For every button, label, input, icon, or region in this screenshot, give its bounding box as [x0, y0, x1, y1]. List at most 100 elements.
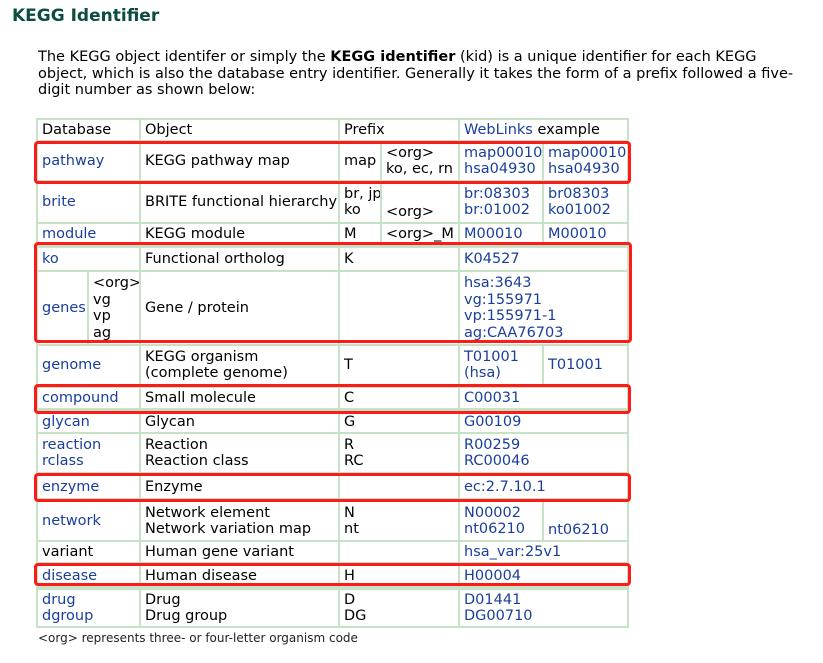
rclass-object: Reaction class [145, 453, 249, 469]
example-link[interactable]: G00109 [464, 414, 627, 431]
genes-sub-org: <org> [93, 275, 139, 291]
row-variant-example: hsa_var:25v1 [460, 542, 627, 562]
row-network-db: network [38, 502, 139, 540]
example-link[interactable]: ko01002 [548, 202, 627, 219]
disease-link[interactable]: disease [42, 568, 139, 585]
page-heading: KEGG Identifier [12, 6, 160, 26]
row-reaction-prefix: R RC [340, 434, 458, 472]
dgroup-object: Drug group [145, 608, 228, 624]
intro-paragraph: The KEGG object identifer or simply the … [38, 49, 808, 99]
row-genome-example2: T01001 [544, 346, 627, 384]
example-link[interactable]: K04527 [464, 251, 627, 268]
example-link[interactable]: br08303 [548, 186, 627, 203]
pathway-link[interactable]: pathway [42, 153, 139, 170]
kegg-identifier-table: Database Object Prefix WebLinks example … [36, 118, 629, 628]
row-drug-example: D01441 DG00710 [460, 590, 627, 626]
example-link[interactable]: hsa_var:25v1 [464, 544, 627, 561]
row-brite-example2: br08303 ko01002 [544, 182, 627, 222]
example-link[interactable]: (hsa) [464, 365, 542, 382]
header-weblinks: WebLinks example [460, 120, 627, 140]
row-disease-db: disease [38, 566, 139, 586]
example-link[interactable]: vg:155971 [464, 292, 627, 309]
example-link[interactable]: M00010 [464, 226, 542, 243]
example-link[interactable]: hsa:3643 [464, 275, 627, 292]
genes-sub-ag: ag [93, 324, 112, 341]
row-enzyme-example: ec:2.7.10.1 [460, 476, 627, 498]
rclass-link[interactable]: rclass [42, 453, 139, 470]
dgroup-link[interactable]: dgroup [42, 608, 139, 625]
enzyme-link[interactable]: enzyme [42, 479, 139, 496]
row-drug-db: drug dgroup [38, 590, 139, 626]
row-compound-prefix: C [340, 388, 458, 408]
row-pathway-example2: map00010 hsa04930 [544, 142, 627, 180]
row-disease-example: H00004 [460, 566, 627, 586]
row-pathway-prefix-map: map [340, 142, 380, 180]
row-pathway-object: KEGG pathway map [141, 142, 338, 180]
rclass-prefix: RC [344, 453, 364, 469]
example-link[interactable]: map00010 [464, 145, 542, 162]
example-link[interactable]: hsa04930 [464, 161, 542, 178]
example-link[interactable]: ec:2.7.10.1 [464, 479, 627, 496]
example-link[interactable]: T01001 [548, 357, 627, 374]
ko-link[interactable]: ko [42, 251, 139, 268]
row-module-db: module [38, 224, 139, 242]
example-link[interactable]: br:01002 [464, 202, 542, 219]
genome-link[interactable]: genome [42, 357, 139, 374]
compound-link[interactable]: compound [42, 390, 139, 407]
example-link[interactable]: C00031 [464, 390, 627, 407]
genes-sub-vg: vg [93, 291, 111, 308]
network-object-line1: Network element [145, 504, 270, 521]
dgroup-prefix: DG [344, 608, 367, 624]
genes-link[interactable]: genes [42, 300, 87, 317]
intro-bold-term: KEGG identifier [330, 49, 456, 65]
row-drug-prefix: D DG [340, 590, 458, 626]
example-link[interactable]: D01441 [464, 592, 627, 609]
row-enzyme-object: Enzyme [141, 476, 338, 498]
example-link[interactable]: nt06210 [464, 521, 542, 538]
module-link[interactable]: module [42, 226, 139, 243]
row-enzyme-prefix [340, 476, 458, 498]
prefix-ko-ec-rn: ko, ec, rn [386, 161, 453, 177]
row-module-example2: M00010 [544, 224, 627, 242]
row-brite-prefix2: <org> [382, 182, 458, 222]
example-link[interactable]: H00004 [464, 568, 627, 585]
row-genome-prefix: T [340, 346, 458, 384]
row-variant-object: Human gene variant [141, 542, 338, 562]
example-link[interactable]: R00259 [464, 437, 627, 454]
row-pathway-example1: map00010 hsa04930 [460, 142, 542, 180]
brite-link[interactable]: brite [42, 194, 139, 211]
genome-object-line1: KEGG organism [145, 348, 259, 365]
reaction-link[interactable]: reaction [42, 437, 139, 454]
drug-link[interactable]: drug [42, 592, 139, 609]
example-link[interactable]: map00010 [548, 145, 627, 162]
prefix-br-jp: br, jp [344, 185, 380, 202]
example-link[interactable]: N00002 [464, 505, 542, 522]
row-reaction-object: Reaction Reaction class [141, 434, 338, 472]
example-link[interactable]: nt06210 [548, 522, 627, 539]
weblinks-example-label: example [532, 122, 600, 138]
network-object-line2: Network variation map [145, 521, 312, 537]
example-link[interactable]: T01001 [464, 349, 542, 366]
weblinks-link[interactable]: WebLinks [464, 122, 533, 138]
row-brite-object: BRITE functional hierarchy [141, 182, 338, 222]
example-link[interactable]: hsa04930 [548, 161, 627, 178]
example-link[interactable]: vp:155971-1 [464, 308, 627, 325]
network-prefix-n: N [344, 504, 355, 521]
row-ko-object: Functional ortholog [141, 248, 338, 270]
row-reaction-example: R00259 RC00046 [460, 434, 627, 472]
example-link[interactable]: DG00710 [464, 608, 627, 625]
glycan-link[interactable]: glycan [42, 414, 139, 431]
row-brite-prefix1: br, jp ko [340, 182, 380, 222]
row-network-object: Network element Network variation map [141, 502, 338, 540]
example-link[interactable]: ag:CAA76703 [464, 325, 627, 342]
row-drug-object: Drug Drug group [141, 590, 338, 626]
row-reaction-db: reaction rclass [38, 434, 139, 472]
row-module-example1: M00010 [460, 224, 542, 242]
reaction-object: Reaction [145, 436, 208, 453]
example-link[interactable]: RC00046 [464, 453, 627, 470]
example-link[interactable]: br:08303 [464, 186, 542, 203]
row-glycan-object: Glycan [141, 412, 338, 432]
network-link[interactable]: network [42, 513, 139, 530]
example-link[interactable]: M00010 [548, 226, 627, 243]
row-genome-db: genome [38, 346, 139, 384]
